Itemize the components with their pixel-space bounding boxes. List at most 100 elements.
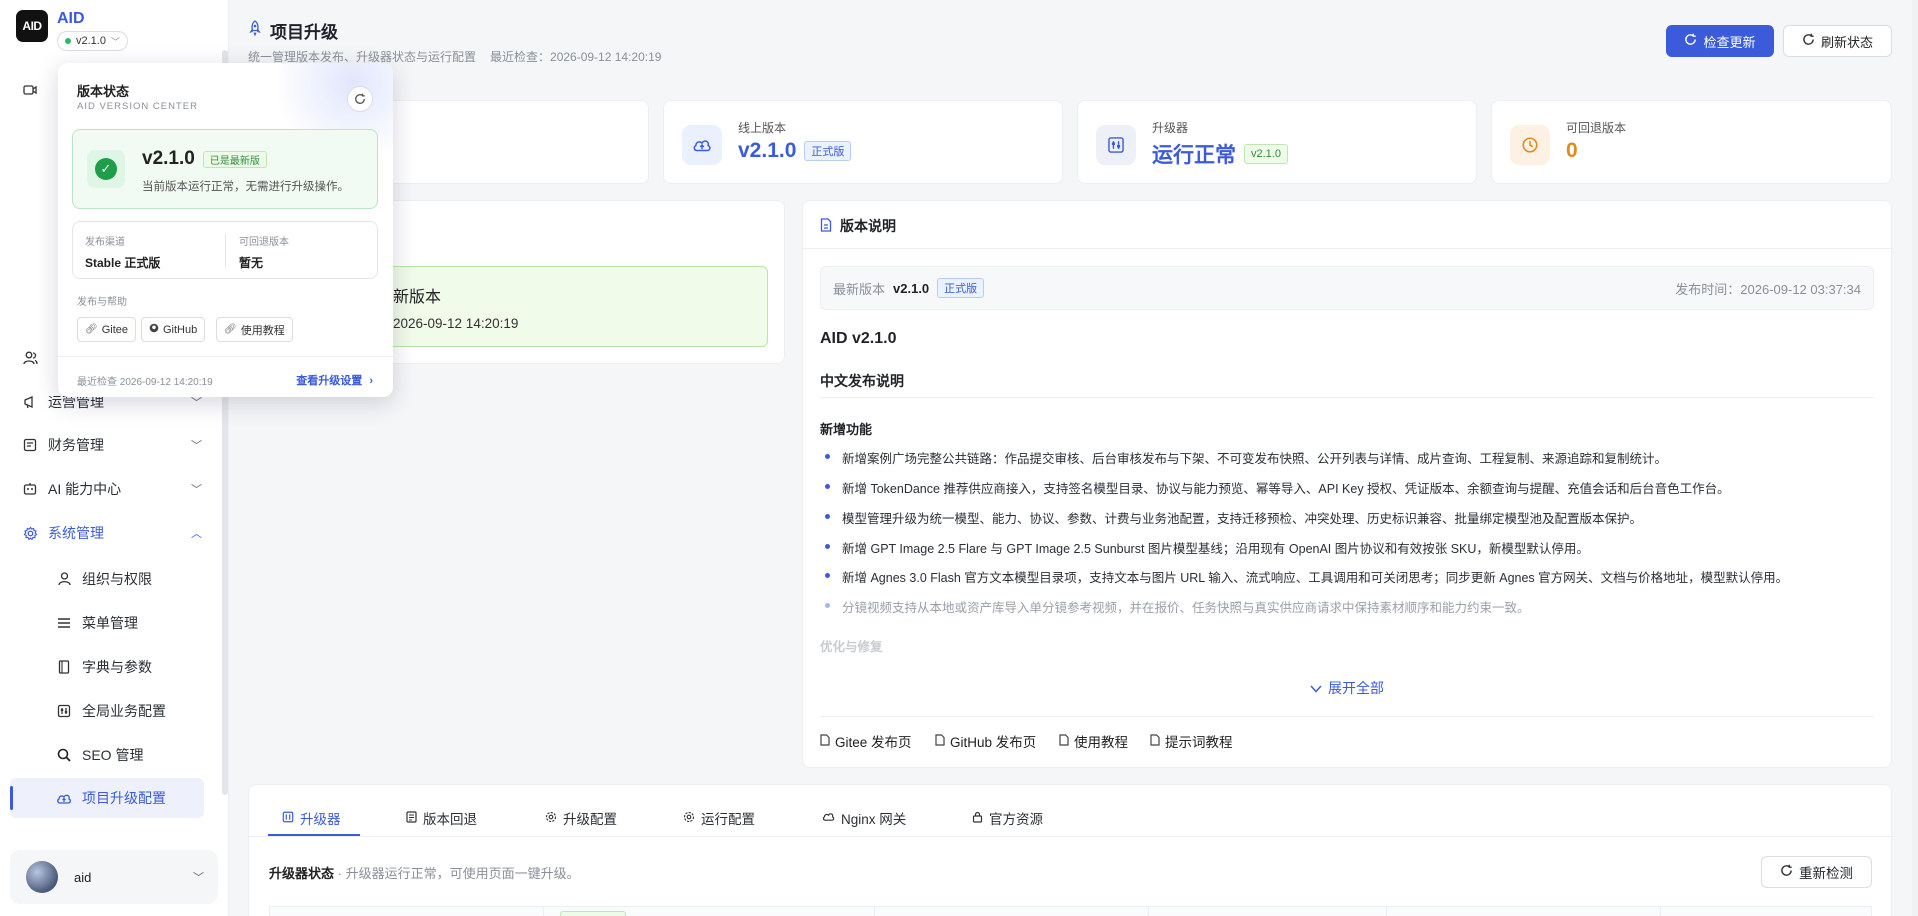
- sidebar-item-ai-center[interactable]: AI 能力中心 ﹀: [22, 471, 202, 507]
- link-icon: 🔗︎: [85, 324, 98, 335]
- sidebar-sub-org[interactable]: 组织与权限: [56, 561, 196, 597]
- stat-label: 线上版本: [738, 121, 787, 135]
- channel-label: 发布渠道: [85, 237, 125, 248]
- sidebar-sub-menu[interactable]: 菜单管理: [56, 605, 196, 641]
- chevron-down-icon: [1310, 680, 1322, 696]
- popover-status-box: ✓ v2.1.0 已是最新版 当前版本运行正常，无需进行升级操作。: [72, 129, 378, 209]
- gear-icon: [22, 525, 38, 541]
- refresh-status-button[interactable]: 刷新状态: [1783, 25, 1892, 57]
- refresh-icon: [355, 93, 365, 104]
- table-divider: [1386, 906, 1387, 916]
- rollback-value: 暂无: [239, 256, 264, 270]
- rollback-label: 可回退版本: [239, 237, 289, 248]
- github-link[interactable]: GitHub: [141, 317, 206, 342]
- stat-card-rollback: 可回退版本 0: [1491, 100, 1892, 184]
- refresh-icon: [1780, 864, 1793, 880]
- upgrade-settings-link[interactable]: 查看升级设置 ›: [296, 372, 373, 388]
- user-menu[interactable]: aid ﹀: [10, 850, 218, 904]
- refresh-icon: [1802, 33, 1815, 49]
- rollback-count: 0: [1566, 139, 1578, 162]
- sidebar-item-system[interactable]: 系统管理 ︿: [22, 515, 202, 551]
- status-badge: 已是最新版: [202, 150, 267, 168]
- link-label: GitHub: [163, 323, 198, 336]
- list-item: 新增 GPT Image 2.5 Flare 与 GPT Image 2.5 S…: [825, 538, 1589, 557]
- gitee-release-link[interactable]: Gitee 发布页: [820, 731, 912, 751]
- notes-subheading: 中文发布说明: [820, 373, 904, 389]
- popover-refresh-button[interactable]: [347, 86, 373, 112]
- refresh-status-label: 刷新状态: [1820, 34, 1873, 50]
- expand-label: 展开全部: [1328, 680, 1384, 696]
- tab-nginx[interactable]: Nginx 网关: [822, 800, 906, 836]
- list-icon: [406, 810, 417, 826]
- stat-card-online: 线上版本 v2.1.0 正式版: [663, 100, 1063, 184]
- sidebar-sub-label: 全局业务配置: [82, 703, 166, 719]
- list-item: 分镜视频支持从本地或资产库导入单分镜参考视频，并在报价、任务快照与真实供应商请求…: [825, 597, 1530, 616]
- popover-info: 发布渠道 Stable 正式版 可回退版本 暂无: [72, 221, 378, 279]
- settings-link-label: 查看升级设置: [296, 375, 363, 387]
- status-dot: [65, 38, 71, 44]
- stat-card-upgrader: 升级器 运行正常 v2.1.0: [1077, 100, 1477, 184]
- divider: [225, 234, 226, 268]
- status-badge: [560, 911, 626, 916]
- document-icon: [820, 217, 832, 235]
- sidebar-item-label: 系统管理: [48, 525, 104, 541]
- latest-status-time: 2026-09-12 14:20:19: [393, 316, 519, 331]
- upgrade-tabs-card: [248, 784, 1892, 916]
- book-icon: [56, 659, 72, 675]
- upgrader-state-desc: · 升级器运行正常，可使用页面一键升级。: [337, 866, 580, 881]
- tab-runtime-config[interactable]: 运行配置: [683, 800, 755, 836]
- github-release-link[interactable]: GitHub 发布页: [935, 731, 1036, 751]
- tutorial-link[interactable]: 🔗︎ 使用教程: [216, 317, 293, 342]
- version-pill[interactable]: v2.1.0 ﹀: [57, 31, 128, 51]
- popover-subtitle: AID VERSION CENTER: [77, 101, 198, 112]
- ledger-icon: [22, 437, 38, 453]
- search-icon: [56, 747, 72, 763]
- notes-title: 版本说明: [820, 216, 896, 236]
- chevron-down-icon: ﹀: [191, 440, 202, 452]
- list-item: 模型管理升级为统一模型、能力、协议、参数、计费与业务池配置，支持迁移预检、冲突处…: [824, 508, 1642, 527]
- document-icon: [1059, 733, 1069, 749]
- list-item: 新增 TokenDance 推荐供应商接入，支持签名模型目录、协议与能力预览、幂…: [825, 478, 1730, 497]
- tab-upgrade-config[interactable]: 升级配置: [545, 800, 617, 836]
- stat-label: 可回退版本: [1566, 121, 1627, 135]
- version-status-popover: 版本状态 AID VERSION CENTER ✓ v2.1.0 已是最新版 当…: [58, 63, 393, 397]
- gitee-link[interactable]: 🔗︎ Gitee: [77, 317, 136, 342]
- robot-icon: [22, 481, 38, 497]
- sidebar-item-finance[interactable]: 财务管理 ﹀: [22, 427, 202, 463]
- tab-label: 版本回退: [423, 812, 477, 827]
- sidebar-sub-global-config[interactable]: 全局业务配置: [56, 693, 196, 729]
- upgrader-state-text: 升级器状态 · 升级器运行正常，可使用页面一键升级。: [269, 863, 580, 882]
- expand-all-button[interactable]: 展开全部: [1310, 678, 1384, 698]
- page-scrollbar[interactable]: [1912, 0, 1918, 916]
- upgrader-state-label: 升级器状态: [269, 866, 335, 881]
- version-pill-label: v2.1.0: [76, 35, 106, 47]
- brand-name: AID: [57, 10, 85, 27]
- sidebar-sub-dictionary[interactable]: 字典与参数: [56, 649, 196, 685]
- github-icon: [149, 323, 159, 336]
- chevron-down-icon: ﹀: [110, 36, 120, 47]
- users-icon: [22, 350, 38, 366]
- sidebar-item-label: AI 能力中心: [48, 481, 122, 497]
- document-icon: [935, 733, 945, 749]
- sidebar-sub-upgrade[interactable]: 项目升级配置: [56, 780, 196, 816]
- publish-time: 发布时间：2026-09-12 03:37:34: [1675, 281, 1861, 297]
- tutorial-link[interactable]: 使用教程: [1059, 731, 1128, 751]
- link-label: 提示词教程: [1165, 735, 1233, 750]
- refresh-icon: [1684, 33, 1697, 49]
- tab-upgrader[interactable]: 升级器: [282, 800, 341, 836]
- prompt-tutorial-link[interactable]: 提示词教程: [1150, 731, 1233, 751]
- sliders-icon: [282, 811, 294, 826]
- popover-desc: 当前版本运行正常，无需进行升级操作。: [142, 181, 349, 193]
- tab-label: 升级器: [300, 812, 341, 827]
- tab-label: 运行配置: [701, 812, 755, 827]
- tab-rollback[interactable]: 版本回退: [406, 800, 477, 836]
- status-badge: 正式版: [937, 278, 985, 298]
- sidebar-sub-seo[interactable]: SEO 管理: [56, 737, 196, 773]
- check-update-button[interactable]: 检查更新: [1666, 25, 1774, 57]
- avatar: [26, 861, 58, 893]
- popover-version-text: v2.1.0: [142, 148, 195, 169]
- tab-label: 升级配置: [563, 812, 617, 827]
- popover-version: v2.1.0 已是最新版: [142, 148, 267, 170]
- recheck-button[interactable]: 重新检测: [1761, 856, 1872, 888]
- tab-official-resources[interactable]: 官方资源: [972, 800, 1043, 836]
